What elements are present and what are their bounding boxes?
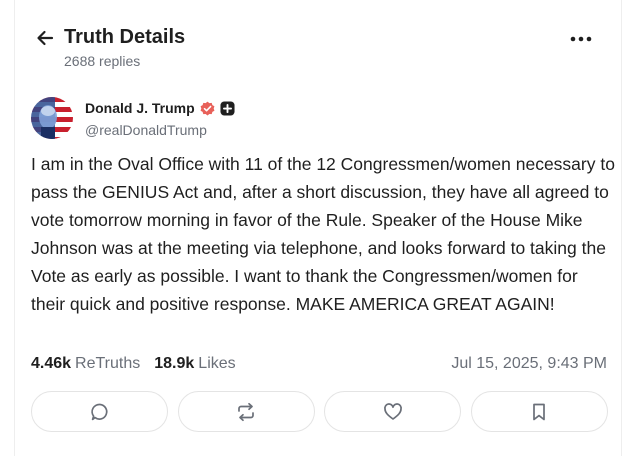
truth-details-panel: Truth Details 2688 replies Donald J. Tru… bbox=[14, 0, 622, 456]
flag-portrait-avatar bbox=[31, 97, 73, 139]
comment-icon bbox=[90, 403, 108, 420]
bookmark-button[interactable] bbox=[470, 391, 608, 432]
post-text: I am in the Oval Office with 11 of the 1… bbox=[31, 154, 615, 314]
more-horizontal-icon bbox=[570, 36, 592, 42]
retruths-label: ReTruths bbox=[75, 355, 141, 372]
likes-count: 18.9k bbox=[154, 355, 195, 372]
likes-stat[interactable]: 18.9k Likes bbox=[154, 355, 235, 373]
like-button[interactable] bbox=[324, 391, 462, 432]
plus-badge-icon bbox=[220, 100, 235, 116]
verified-badge-icon bbox=[200, 101, 215, 115]
avatar[interactable] bbox=[31, 97, 73, 139]
back-button[interactable] bbox=[34, 27, 56, 49]
arrow-left-icon bbox=[37, 30, 54, 46]
more-options-button[interactable] bbox=[568, 28, 594, 50]
author-name[interactable]: Donald J. Trump bbox=[85, 100, 195, 116]
retruths-count: 4.46k bbox=[31, 355, 72, 372]
action-bar bbox=[31, 391, 608, 432]
bookmark-icon bbox=[533, 403, 546, 420]
retruth-icon bbox=[238, 402, 255, 421]
heart-icon bbox=[383, 402, 402, 420]
reply-button[interactable] bbox=[31, 391, 168, 432]
replies-count: 2688 replies bbox=[64, 53, 141, 69]
retruths-stat[interactable]: 4.46k ReTruths bbox=[31, 355, 140, 373]
post-stats: 4.46k ReTruths 18.9k Likes Jul 15, 2025, 9… bbox=[31, 355, 607, 373]
retruth-button[interactable] bbox=[177, 391, 315, 432]
author-handle[interactable]: @realDonaldTrump bbox=[85, 122, 207, 138]
page-title: Truth Details bbox=[64, 26, 186, 48]
likes-label: Likes bbox=[198, 355, 236, 372]
post-timestamp: Jul 15, 2025, 9:43 PM bbox=[451, 355, 607, 372]
author-row: Donald J. Trump bbox=[85, 100, 235, 116]
page-header: Truth Details 2688 replies bbox=[15, 0, 621, 82]
